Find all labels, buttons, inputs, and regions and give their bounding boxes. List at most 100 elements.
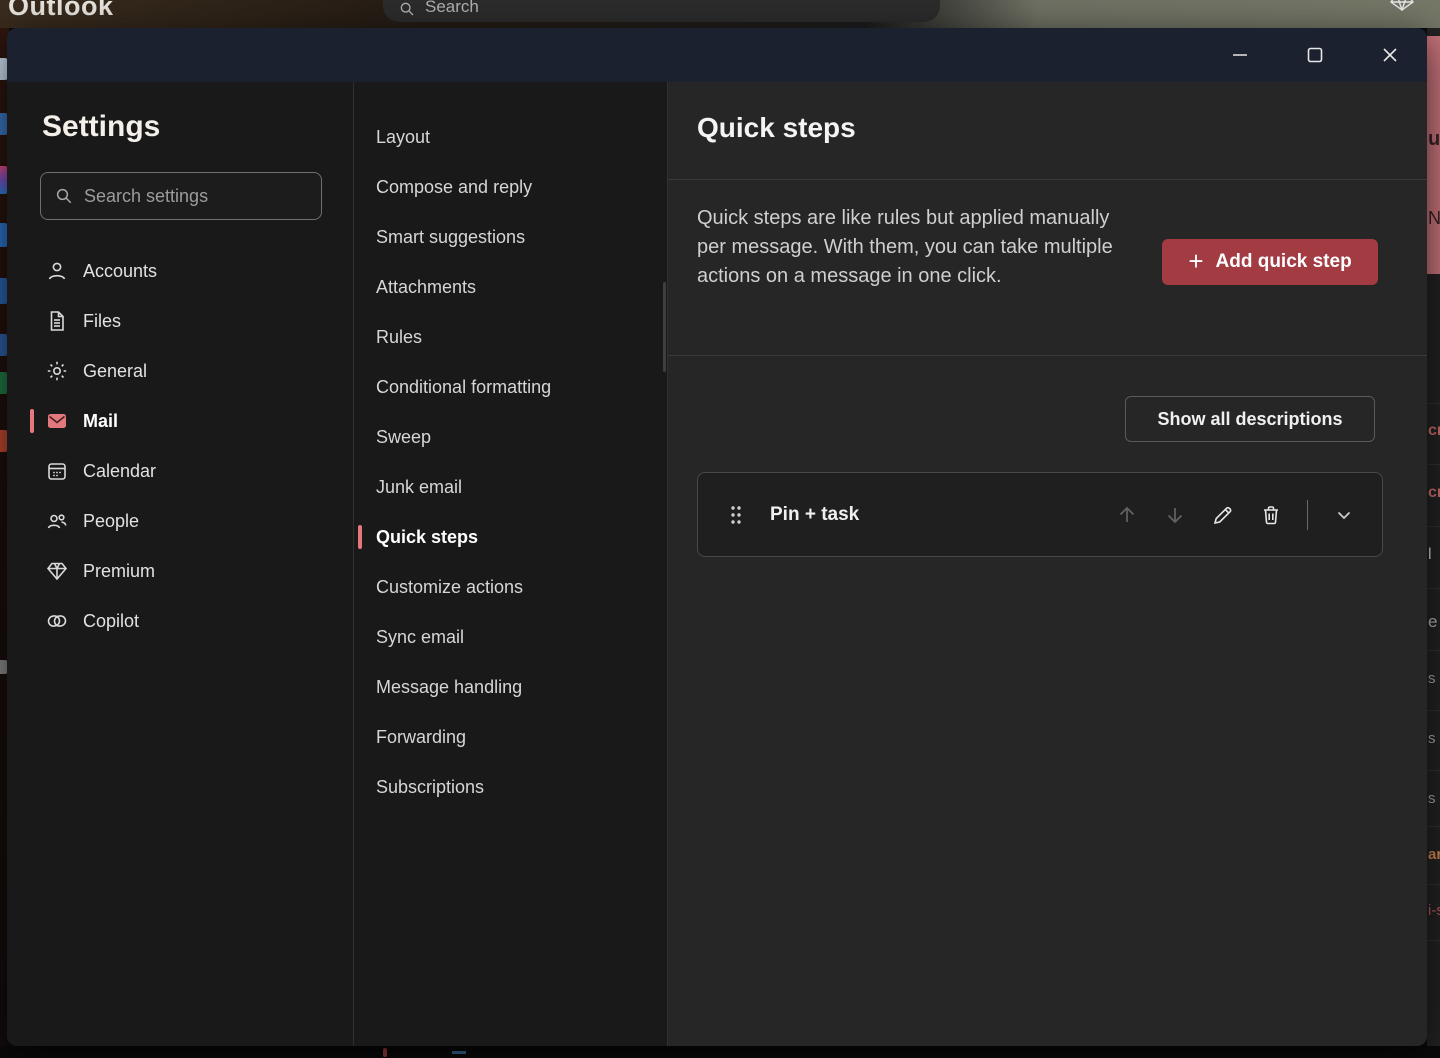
nav-item-label: Junk email: [376, 477, 462, 498]
settings-sidebar: Settings Accounts: [7, 82, 354, 1046]
nav-item-label: Customize actions: [376, 577, 523, 598]
edge-text: u: [1428, 128, 1440, 151]
nav-item-label: Conditional formatting: [376, 377, 551, 398]
scrollbar-thumb[interactable]: [663, 282, 666, 372]
sidebar-item-label: Mail: [83, 411, 118, 432]
quick-steps-panel: Quick steps Quick steps are like rules b…: [668, 82, 1427, 1046]
nav-item-junk-email[interactable]: Junk email: [354, 462, 667, 512]
premium-diamond-icon: [1390, 0, 1414, 11]
nav-item-label: Quick steps: [376, 527, 478, 548]
calendar-icon: [44, 459, 70, 483]
sidebar-item-accounts[interactable]: Accounts: [7, 246, 353, 296]
dialog-titlebar: [7, 28, 1427, 82]
global-search-bar[interactable]: Search: [383, 0, 940, 22]
quick-steps-description: Quick steps are like rules but applied m…: [697, 204, 1117, 291]
move-down-button[interactable]: [1155, 495, 1195, 535]
person-icon: [44, 259, 70, 283]
quick-step-item: Pin + task: [697, 472, 1383, 557]
sidebar-item-calendar[interactable]: Calendar: [7, 446, 353, 496]
show-all-descriptions-label: Show all descriptions: [1157, 409, 1342, 429]
quick-step-name: Pin + task: [770, 504, 859, 526]
nav-item-label: Sweep: [376, 427, 431, 448]
quick-step-actions: [1107, 495, 1364, 535]
settings-dialog: Settings Accounts: [7, 28, 1427, 1046]
nav-item-customize-actions[interactable]: Customize actions: [354, 562, 667, 612]
nav-item-compose-and-reply[interactable]: Compose and reply: [354, 162, 667, 212]
edge-text: N: [1428, 208, 1440, 229]
outlook-wordmark: Outlook: [8, 0, 114, 22]
diamond-icon: [44, 559, 70, 583]
edit-icon[interactable]: [1203, 495, 1243, 535]
edge-text: s: [1428, 670, 1436, 687]
add-quick-step-label: Add quick step: [1216, 251, 1352, 273]
divider: [668, 355, 1427, 356]
edge-text: s: [1428, 790, 1436, 807]
drag-handle-icon[interactable]: [722, 501, 750, 529]
copilot-icon: [44, 609, 70, 633]
page-title: Quick steps: [697, 112, 856, 144]
gear-icon: [44, 359, 70, 383]
nav-item-sweep[interactable]: Sweep: [354, 412, 667, 462]
people-icon: [44, 509, 70, 533]
file-icon: [44, 309, 70, 333]
nav-item-quick-steps[interactable]: Quick steps: [354, 512, 667, 562]
nav-item-forwarding[interactable]: Forwarding: [354, 712, 667, 762]
plus-icon: +: [1188, 248, 1203, 274]
sidebar-item-copilot[interactable]: Copilot: [7, 596, 353, 646]
nav-item-layout[interactable]: Layout: [354, 112, 667, 162]
sidebar-item-label: Accounts: [83, 261, 157, 282]
edge-text: i-s: [1428, 902, 1440, 919]
nav-item-label: Compose and reply: [376, 177, 532, 198]
nav-item-label: Rules: [376, 327, 422, 348]
chevron-down-icon[interactable]: [1324, 495, 1364, 535]
close-button[interactable]: [1352, 28, 1427, 82]
delete-icon[interactable]: [1251, 495, 1291, 535]
divider: [1307, 500, 1308, 530]
nav-item-rules[interactable]: Rules: [354, 312, 667, 362]
nav-item-attachments[interactable]: Attachments: [354, 262, 667, 312]
nav-item-conditional-formatting[interactable]: Conditional formatting: [354, 362, 667, 412]
global-search-placeholder: Search: [425, 0, 479, 17]
sidebar-item-general[interactable]: General: [7, 346, 353, 396]
sidebar-item-label: Files: [83, 311, 121, 332]
minimize-button[interactable]: [1202, 28, 1277, 82]
sidebar-item-label: General: [83, 361, 147, 382]
nav-item-smart-suggestions[interactable]: Smart suggestions: [354, 212, 667, 262]
mail-settings-nav: Layout Compose and reply Smart suggestio…: [354, 82, 668, 1046]
mail-icon: [44, 409, 70, 433]
background-bottom-edge: [0, 1046, 1440, 1058]
divider: [668, 179, 1427, 180]
selection-pill: [30, 409, 34, 433]
background-reading-pane-edge: [1427, 36, 1440, 274]
edge-text: cr: [1428, 422, 1440, 440]
sidebar-item-files[interactable]: Files: [7, 296, 353, 346]
edge-text: e: [1428, 612, 1437, 632]
nav-item-label: Forwarding: [376, 727, 466, 748]
sidebar-item-mail[interactable]: Mail: [7, 396, 353, 446]
background-message-list-edge: u N cr cr l e s s s ar i-s: [1427, 28, 1440, 1058]
sidebar-item-label: People: [83, 511, 139, 532]
settings-search-input[interactable]: [84, 186, 304, 207]
sidebar-item-premium[interactable]: Premium: [7, 546, 353, 596]
edge-text: l: [1428, 546, 1432, 564]
nav-item-sync-email[interactable]: Sync email: [354, 612, 667, 662]
sidebar-item-people[interactable]: People: [7, 496, 353, 546]
nav-item-label: Subscriptions: [376, 777, 484, 798]
edge-text: cr: [1428, 484, 1440, 502]
nav-item-subscriptions[interactable]: Subscriptions: [354, 762, 667, 812]
settings-heading: Settings: [42, 110, 160, 144]
window-controls: [1202, 28, 1427, 82]
edge-marker: [383, 1048, 387, 1057]
nav-item-label: Attachments: [376, 277, 476, 298]
add-quick-step-button[interactable]: + Add quick step: [1162, 239, 1378, 285]
nav-item-message-handling[interactable]: Message handling: [354, 662, 667, 712]
maximize-button[interactable]: [1277, 28, 1352, 82]
nav-item-label: Message handling: [376, 677, 522, 698]
sidebar-item-label: Calendar: [83, 461, 156, 482]
show-all-descriptions-button[interactable]: Show all descriptions: [1125, 396, 1375, 442]
edge-marker: [452, 1051, 466, 1054]
move-up-button[interactable]: [1107, 495, 1147, 535]
sidebar-item-label: Copilot: [83, 611, 139, 632]
background-topbar: Outlook Search: [0, 0, 1440, 28]
settings-search-box[interactable]: [40, 172, 322, 220]
